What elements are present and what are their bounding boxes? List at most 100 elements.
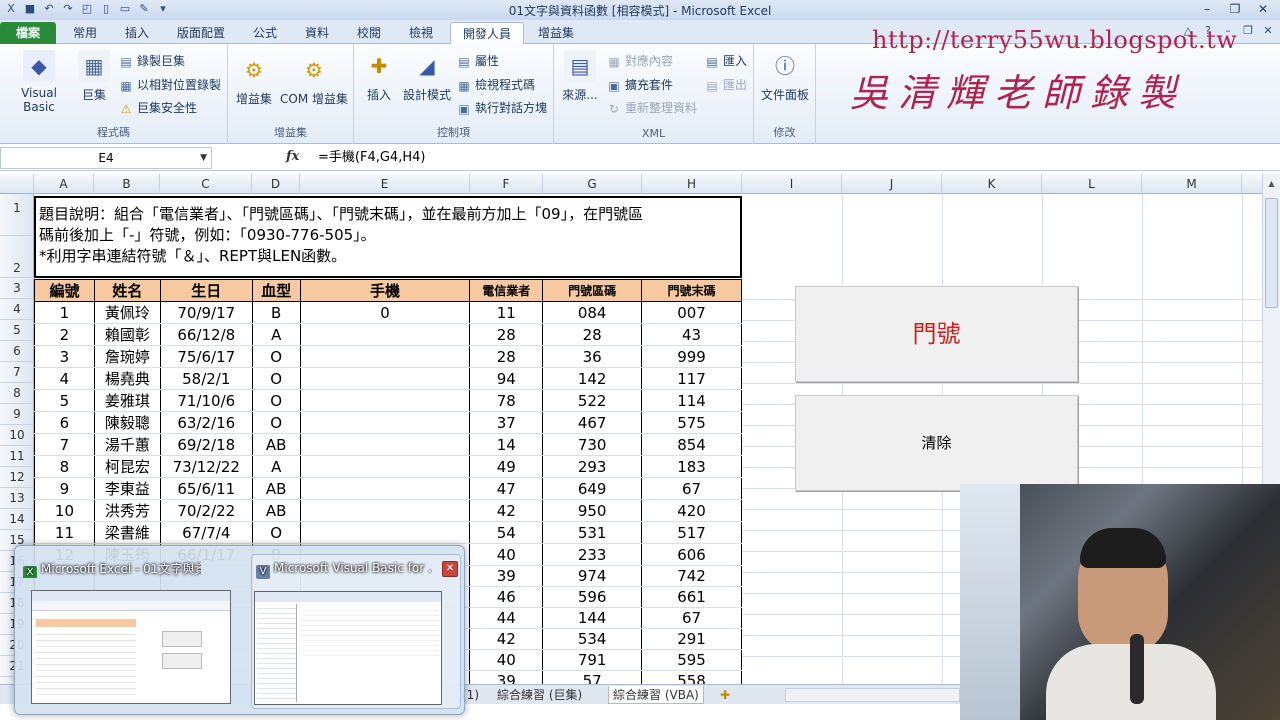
- select-all-corner[interactable]: [0, 174, 34, 194]
- table-cell[interactable]: 661: [641, 586, 742, 608]
- table-cell[interactable]: 007: [641, 301, 742, 324]
- table-cell[interactable]: 742: [641, 565, 742, 587]
- table-cell[interactable]: AB: [251, 499, 301, 522]
- macro-security-button[interactable]: ⚠ 巨集安全性: [118, 98, 197, 118]
- table-cell[interactable]: 084: [542, 301, 643, 324]
- header-cell[interactable]: 手機: [299, 279, 471, 302]
- table-cell[interactable]: 47: [469, 477, 544, 500]
- table-cell[interactable]: 1: [34, 301, 95, 324]
- table-cell[interactable]: 28: [469, 323, 544, 346]
- table-cell[interactable]: 70/9/17: [159, 301, 253, 324]
- view-code-button[interactable]: ▦ 檢視程式碼: [456, 75, 535, 95]
- table-cell[interactable]: 0: [299, 301, 471, 324]
- addins-button[interactable]: ⚙ 增益集: [232, 54, 276, 107]
- formula-input[interactable]: =手機(F4,G4,H4): [306, 147, 1264, 169]
- table-cell[interactable]: 43: [641, 323, 742, 346]
- row-header[interactable]: 7: [0, 362, 34, 383]
- expansion-packs-button[interactable]: ▣ 擴充套件: [606, 75, 673, 95]
- header-cell[interactable]: 生日: [159, 279, 253, 302]
- table-cell[interactable]: 湯千蕙: [93, 433, 161, 456]
- table-cell[interactable]: 233: [542, 543, 643, 566]
- column-header[interactable]: M: [1142, 174, 1242, 194]
- column-header[interactable]: B: [94, 174, 160, 194]
- properties-button[interactable]: ▤ 屬性: [456, 51, 499, 71]
- table-cell[interactable]: AB: [251, 477, 301, 500]
- row-header[interactable]: 4: [0, 299, 34, 320]
- tab-page-layout[interactable]: 版面配置: [166, 22, 236, 44]
- table-cell[interactable]: 67/7/4: [159, 521, 253, 544]
- restore-button[interactable]: ❐: [1222, 0, 1248, 18]
- table-cell[interactable]: AB: [251, 433, 301, 456]
- column-header[interactable]: F: [470, 174, 543, 194]
- table-cell[interactable]: 575: [641, 411, 742, 434]
- table-cell[interactable]: [299, 411, 471, 434]
- table-cell[interactable]: 詹琬婷: [93, 345, 161, 368]
- tab-view[interactable]: 檢視: [398, 22, 444, 44]
- table-cell[interactable]: 649: [542, 477, 643, 500]
- export-button[interactable]: ▤ 匯出: [704, 75, 747, 95]
- header-cell[interactable]: 電信業者: [469, 279, 544, 302]
- table-cell[interactable]: 950: [542, 499, 643, 522]
- table-cell[interactable]: 65/6/11: [159, 477, 253, 500]
- table-cell[interactable]: 陳毅聰: [93, 411, 161, 434]
- table-cell[interactable]: 9: [34, 477, 95, 500]
- scroll-up-icon[interactable]: ▲: [1263, 176, 1280, 192]
- horizontal-scrollbar[interactable]: [785, 688, 960, 702]
- row-header[interactable]: 12: [0, 467, 34, 488]
- table-cell[interactable]: 28: [542, 323, 643, 346]
- table-cell[interactable]: 姜雅琪: [93, 389, 161, 412]
- door-number-button[interactable]: 門號: [795, 286, 1078, 382]
- design-mode-button[interactable]: ◢ 設計模式: [400, 50, 454, 103]
- tab-file[interactable]: 檔案: [0, 22, 56, 44]
- column-header[interactable]: G: [543, 174, 642, 194]
- table-cell[interactable]: [299, 389, 471, 412]
- table-cell[interactable]: 66/12/8: [159, 323, 253, 346]
- table-cell[interactable]: 114: [641, 389, 742, 412]
- table-cell[interactable]: 54: [469, 521, 544, 544]
- table-cell[interactable]: 420: [641, 499, 742, 522]
- table-cell[interactable]: 142: [542, 367, 643, 390]
- table-cell[interactable]: 291: [641, 628, 742, 650]
- table-cell[interactable]: O: [251, 411, 301, 434]
- tab-formulas[interactable]: 公式: [242, 22, 288, 44]
- table-cell[interactable]: 賴國彰: [93, 323, 161, 346]
- xml-source-button[interactable]: ▤ 來源...: [560, 50, 600, 103]
- table-cell[interactable]: O: [251, 521, 301, 544]
- table-cell[interactable]: 11: [469, 301, 544, 324]
- header-cell[interactable]: 門號末碼: [641, 279, 742, 302]
- name-box[interactable]: E4 ▼: [0, 147, 212, 169]
- column-header[interactable]: L: [1042, 174, 1142, 194]
- row-header[interactable]: 13: [0, 488, 34, 509]
- row-header[interactable]: 1: [0, 194, 34, 236]
- table-cell[interactable]: 293: [542, 455, 643, 478]
- table-cell[interactable]: 854: [641, 433, 742, 456]
- table-cell[interactable]: 49: [469, 455, 544, 478]
- table-cell[interactable]: 李東益: [93, 477, 161, 500]
- vba-window-thumbnail[interactable]: V Microsoft Visual Basic for ... ✕: [251, 554, 461, 709]
- table-cell[interactable]: 39: [469, 565, 544, 587]
- table-cell[interactable]: 70/2/22: [159, 499, 253, 522]
- name-box-dropdown-icon[interactable]: ▼: [200, 148, 207, 168]
- row-header[interactable]: 14: [0, 509, 34, 530]
- header-cell[interactable]: 血型: [251, 279, 301, 302]
- table-cell[interactable]: 73/12/22: [159, 455, 253, 478]
- import-button[interactable]: ▤ 匯入: [704, 51, 747, 71]
- tab-review[interactable]: 校閱: [346, 22, 392, 44]
- table-cell[interactable]: [299, 433, 471, 456]
- table-cell[interactable]: 183: [641, 455, 742, 478]
- row-header[interactable]: 11: [0, 446, 34, 467]
- table-cell[interactable]: 517: [641, 521, 742, 544]
- tab-addins[interactable]: 增益集: [530, 22, 582, 44]
- table-cell[interactable]: 63/2/16: [159, 411, 253, 434]
- row-header[interactable]: 5: [0, 320, 34, 341]
- table-cell[interactable]: 2: [34, 323, 95, 346]
- table-cell[interactable]: 467: [542, 411, 643, 434]
- close-icon[interactable]: ✕: [442, 561, 458, 577]
- table-cell[interactable]: 楊堯典: [93, 367, 161, 390]
- table-cell[interactable]: 71/10/6: [159, 389, 253, 412]
- visual-basic-button[interactable]: ◆ Visual Basic: [4, 50, 74, 114]
- table-cell[interactable]: 44: [469, 607, 544, 629]
- column-header[interactable]: E: [300, 174, 470, 194]
- column-header[interactable]: K: [942, 174, 1042, 194]
- table-cell[interactable]: 14: [469, 433, 544, 456]
